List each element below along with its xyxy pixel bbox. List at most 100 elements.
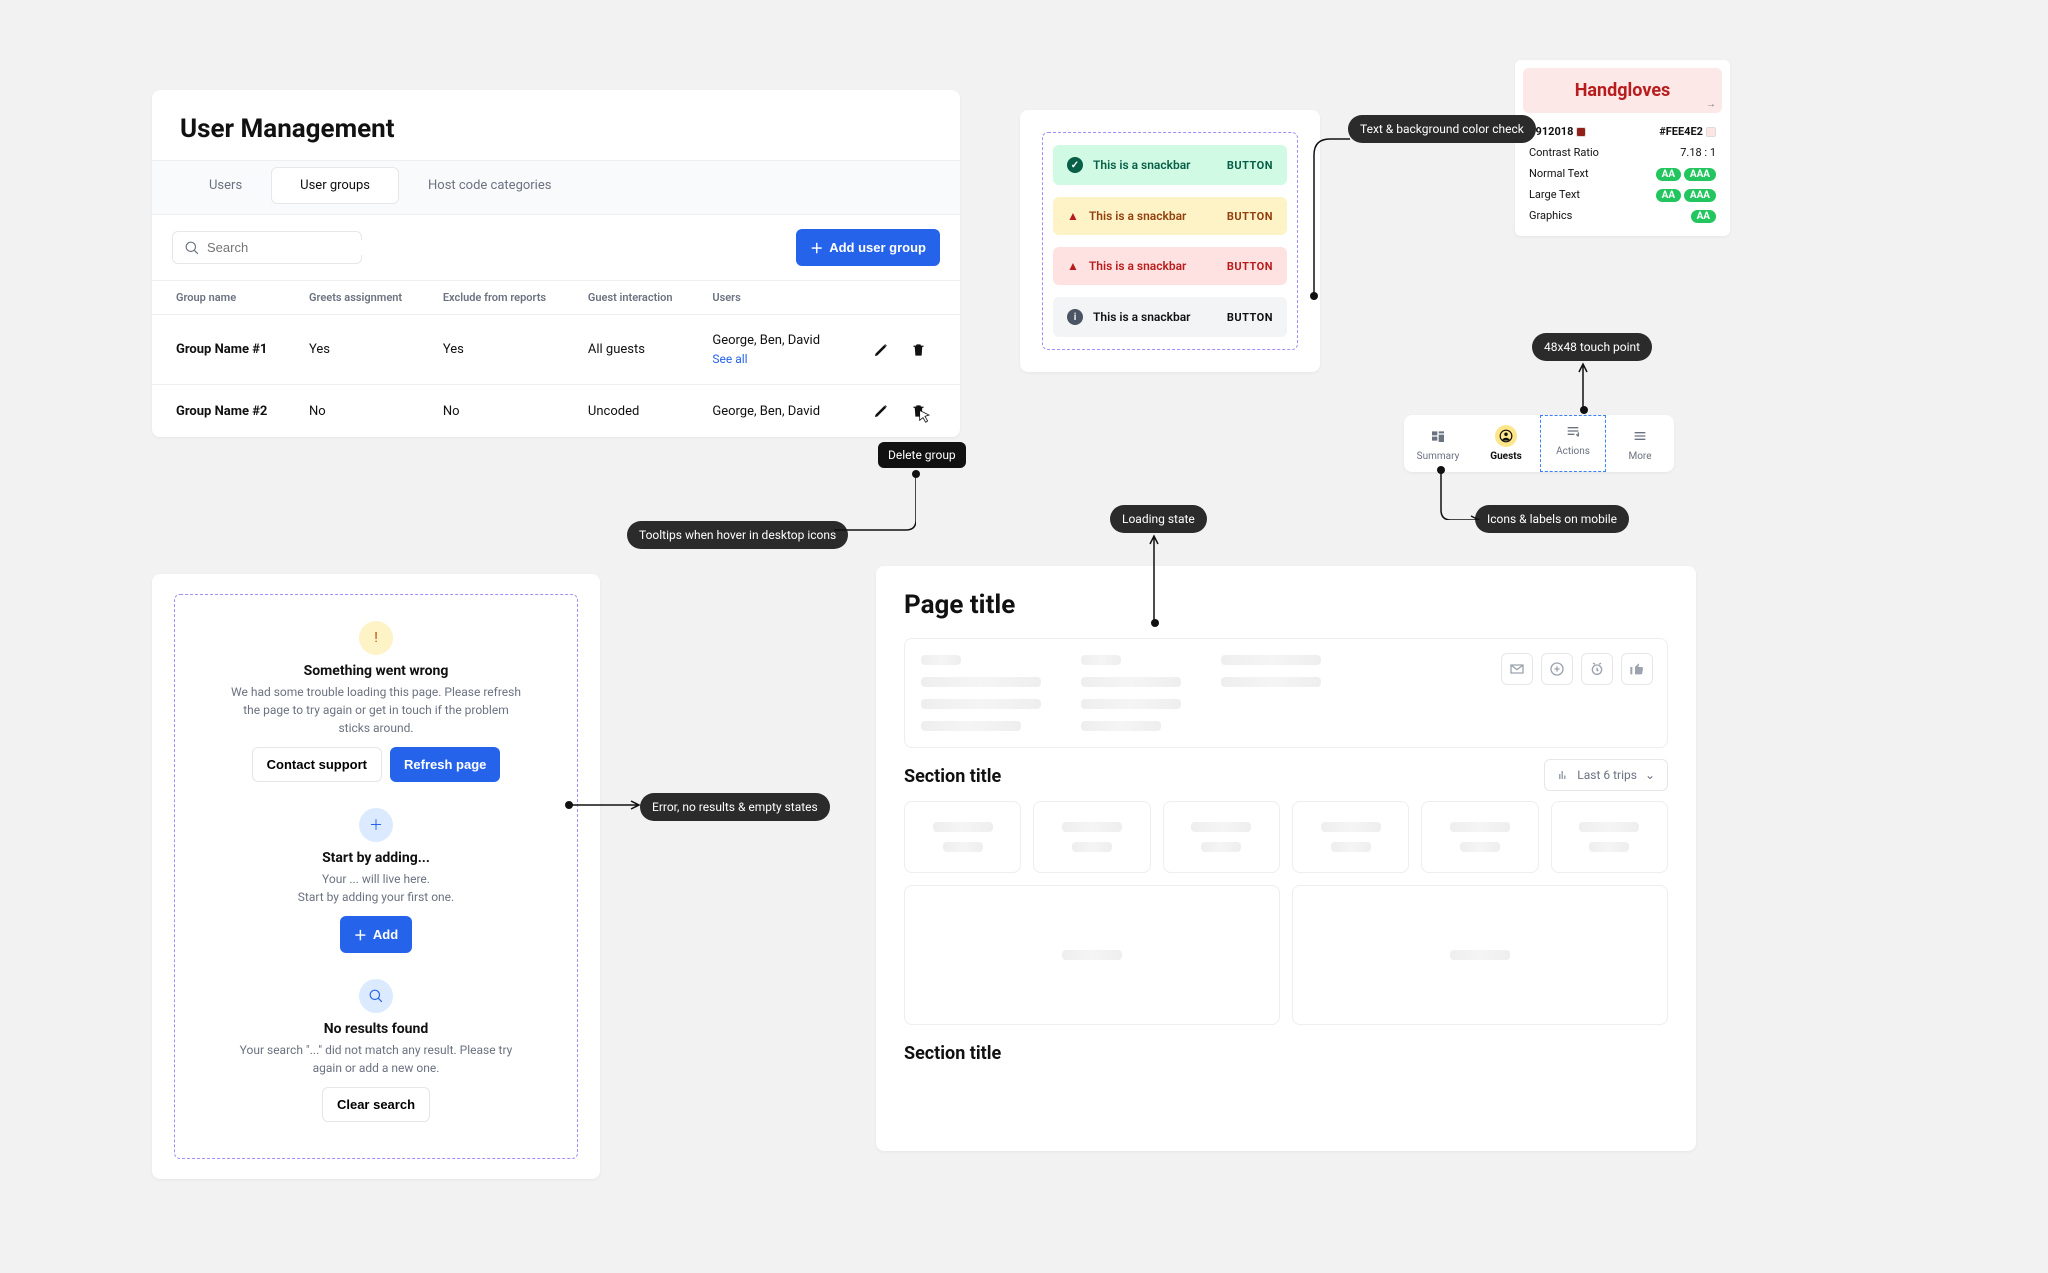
plus-icon: ＋ — [354, 925, 367, 944]
skeleton-actions — [1501, 653, 1653, 685]
snackbar-text: This is a snackbar — [1089, 209, 1217, 223]
contrast-checker-panel: Handgloves #912018 #FEE4E2 Contrast Rati… — [1515, 60, 1730, 236]
add-user-group-label: Add user group — [829, 240, 926, 255]
col-users: Users — [698, 281, 848, 315]
snackbar-button[interactable]: BUTTON — [1227, 311, 1273, 324]
actions-icon — [1562, 420, 1584, 442]
page-title: User Management — [152, 90, 960, 160]
nav-label: Actions — [1556, 446, 1590, 457]
tab-host-code-categories[interactable]: Host code categories — [399, 167, 580, 204]
snackbar-button[interactable]: BUTTON — [1227, 210, 1273, 223]
add-icon[interactable] — [1541, 653, 1573, 685]
nav-more[interactable]: More — [1606, 415, 1674, 472]
empty-state: ＋ Start by adding... Your ... will live … — [185, 800, 567, 971]
skeleton-page-title: Page title — [904, 590, 1668, 620]
search-input-wrapper[interactable] — [172, 231, 362, 264]
empty-title: Start by adding... — [195, 850, 557, 866]
summary-icon — [1427, 425, 1449, 447]
clear-search-button[interactable]: Clear search — [322, 1087, 430, 1122]
delete-icon[interactable] — [911, 403, 926, 419]
col-actions — [848, 281, 960, 315]
ratio-label: Contrast Ratio — [1529, 146, 1599, 159]
error-state: ! Something went wrong We had some troub… — [185, 613, 567, 800]
refresh-page-button[interactable]: Refresh page — [390, 747, 500, 782]
contact-support-button[interactable]: Contact support — [252, 747, 382, 782]
col-group-name: Group name — [152, 281, 295, 315]
section-title: Section title — [904, 766, 1001, 787]
see-all-link[interactable]: See all — [712, 352, 834, 366]
table-row: Group Name #2 No No Uncoded George, Ben,… — [152, 385, 960, 438]
skeleton-chart-row — [904, 885, 1668, 1025]
annotation-mobile-nav: Icons & labels on mobile — [1475, 505, 1629, 533]
aa-badge: AA — [1656, 189, 1681, 202]
skeleton-page-panel: Page title Section title Last — [876, 566, 1696, 1151]
search-icon — [185, 241, 199, 255]
contrast-row-label: Large Text — [1529, 188, 1580, 201]
cell-users: George, Ben, David — [698, 385, 848, 438]
cursor-icon — [917, 409, 933, 425]
delete-group-tooltip: Delete group — [878, 442, 966, 468]
cell-greets: Yes — [295, 315, 429, 385]
snackbar-button[interactable]: BUTTON — [1227, 260, 1273, 273]
cell-greets: No — [295, 385, 429, 438]
no-results-state: No results found Your search "..." did n… — [185, 971, 567, 1140]
plus-icon: ＋ — [359, 808, 393, 842]
tab-user-groups[interactable]: User groups — [271, 167, 399, 204]
col-exclude: Exclude from reports — [429, 281, 574, 315]
aa-badge: AA — [1691, 210, 1716, 223]
more-icon — [1629, 425, 1651, 447]
plus-icon: ＋ — [810, 238, 823, 257]
no-results-body: Your search "..." did not match any resu… — [226, 1041, 526, 1077]
error-body: We had some trouble loading this page. P… — [226, 683, 526, 737]
check-icon: ✓ — [1067, 157, 1083, 173]
ratio-value: 7.18 : 1 — [1680, 146, 1716, 159]
users-text: George, Ben, David — [712, 333, 834, 348]
nav-label: More — [1628, 451, 1651, 462]
empty-states-panel: ! Something went wrong We had some troub… — [152, 574, 600, 1179]
col-greets: Greets assignment — [295, 281, 429, 315]
search-icon — [359, 979, 393, 1013]
annotation-touch: 48x48 touch point — [1532, 333, 1652, 361]
cell-exclude: Yes — [429, 315, 574, 385]
error-title: Something went wrong — [195, 663, 557, 679]
delete-icon[interactable] — [911, 342, 926, 358]
bg-hex: #FEE4E2 — [1659, 125, 1703, 138]
tab-users[interactable]: Users — [180, 167, 271, 204]
thumbs-icon[interactable] — [1621, 653, 1653, 685]
add-button[interactable]: ＋ Add — [340, 916, 412, 953]
nav-actions[interactable]: Actions — [1540, 415, 1606, 472]
edit-icon[interactable] — [873, 342, 889, 358]
clock-icon[interactable] — [1581, 653, 1613, 685]
cell-users: George, Ben, David See all — [698, 315, 848, 385]
add-user-group-button[interactable]: ＋ Add user group — [796, 229, 940, 266]
snackbar-text: This is a snackbar — [1093, 158, 1217, 172]
info-icon: i — [1067, 309, 1083, 325]
user-management-panel: User Management Users User groups Host c… — [152, 90, 960, 437]
selector-label: Last 6 trips — [1577, 768, 1637, 782]
tab-bar: Users User groups Host code categories — [172, 167, 940, 208]
aa-badge: AA — [1656, 168, 1681, 181]
annotation-states: Error, no results & empty states — [640, 793, 830, 821]
nav-label: Guests — [1490, 451, 1521, 462]
mail-icon[interactable] — [1501, 653, 1533, 685]
snackbar-text: This is a snackbar — [1093, 310, 1217, 324]
contrast-row-label: Graphics — [1529, 209, 1572, 222]
search-input[interactable] — [207, 240, 383, 255]
period-selector[interactable]: Last 6 trips ⌄ — [1544, 759, 1668, 791]
contrast-sample: Handgloves — [1523, 68, 1722, 113]
cell-group-name: Group Name #2 — [152, 385, 295, 438]
aaa-badge: AAA — [1684, 168, 1716, 181]
nav-label: Summary — [1417, 451, 1460, 462]
empty-body: Your ... will live here. Start by adding… — [226, 870, 526, 906]
skeleton-header-card — [904, 638, 1668, 748]
snackbar-button[interactable]: BUTTON — [1227, 159, 1273, 172]
cell-exclude: No — [429, 385, 574, 438]
chevron-down-icon: ⌄ — [1645, 768, 1655, 782]
snackbar-info: i This is a snackbar BUTTON — [1053, 297, 1287, 337]
edit-icon[interactable] — [873, 403, 889, 419]
user-groups-table: Group name Greets assignment Exclude fro… — [152, 280, 960, 437]
snackbar-text: This is a snackbar — [1089, 259, 1217, 273]
table-row: Group Name #1 Yes Yes All guests George,… — [152, 315, 960, 385]
snackbar-warning: ▲ This is a snackbar BUTTON — [1053, 197, 1287, 235]
cell-guest: Uncoded — [574, 385, 698, 438]
